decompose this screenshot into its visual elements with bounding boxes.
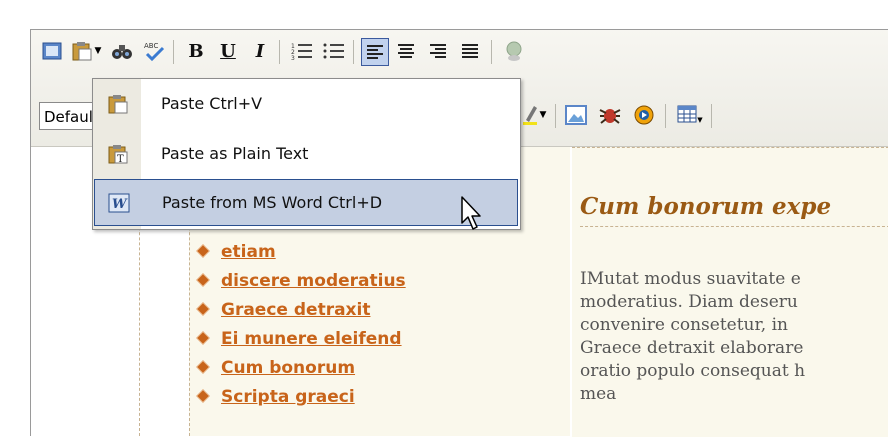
mouse-pointer-icon <box>461 196 481 230</box>
toolbar-separator <box>491 40 492 64</box>
italic-button[interactable]: I <box>247 38 273 64</box>
list-item[interactable]: etiam <box>195 241 406 270</box>
menu-item-paste-from-word[interactable]: W Paste from MS Word Ctrl+D <box>94 179 518 226</box>
menu-item-label: Paste from MS Word Ctrl+D <box>162 193 383 212</box>
menu-item-label: Paste as Plain Text <box>161 144 309 163</box>
clipboard-text-icon: T <box>108 144 127 165</box>
highlighter-icon <box>522 106 537 125</box>
source-view-button[interactable] <box>39 38 65 64</box>
insert-image-button[interactable] <box>563 102 589 128</box>
list-item[interactable]: Cum bonorum <box>195 357 406 386</box>
toolbar-row-1: ▼ ABC B U I 123 <box>31 32 888 72</box>
svg-text:ABC: ABC <box>144 42 158 50</box>
chevron-down-icon[interactable]: ▼ <box>95 46 102 56</box>
bold-button[interactable]: B <box>183 38 209 64</box>
bullet-list-button[interactable] <box>321 38 347 64</box>
content-paragraph: IMutat modus suavitate e moderatius. Dia… <box>580 268 888 406</box>
clipboard-icon <box>108 94 127 113</box>
insert-table-button[interactable]: ▼ <box>675 102 705 128</box>
chevron-down-icon[interactable]: ▼ <box>697 116 702 124</box>
word-icon: W <box>108 193 129 212</box>
insert-flash-button[interactable] <box>597 102 623 128</box>
toolbar-separator <box>665 104 666 128</box>
toolbar-separator <box>711 104 712 128</box>
list-item[interactable]: discere moderatius <box>195 270 406 299</box>
align-left-icon <box>367 45 383 59</box>
link-button[interactable] <box>501 38 527 64</box>
underline-button[interactable]: U <box>215 38 241 64</box>
numbered-list-icon: 123 <box>291 43 312 61</box>
bullet-list-icon <box>323 43 344 59</box>
toolbar-separator <box>279 40 280 64</box>
align-center-icon <box>398 44 414 58</box>
align-right-icon <box>430 44 446 58</box>
menu-item-paste[interactable]: Paste Ctrl+V <box>94 80 518 127</box>
chevron-down-icon[interactable]: ▼ <box>540 110 547 120</box>
globe-link-icon <box>506 41 522 61</box>
paragraph-line: moderatius. Diam deseru <box>580 292 798 312</box>
spellcheck-button[interactable]: ABC <box>141 38 167 64</box>
find-button[interactable] <box>109 38 135 64</box>
paste-dropdown-menu: Paste Ctrl+V T Paste as Plain Text W Pas… <box>92 78 521 230</box>
bullet-list: suavitate et his etiam discere moderatiu… <box>195 212 406 415</box>
image-icon <box>565 105 587 125</box>
paragraph-line: oratio populo consequat h <box>580 361 806 381</box>
justify-button[interactable] <box>457 38 483 64</box>
menu-item-label: Paste Ctrl+V <box>161 94 263 113</box>
menu-item-paste-plain-text[interactable]: T Paste as Plain Text <box>94 130 518 177</box>
table-icon <box>677 105 697 123</box>
justify-icon <box>462 44 478 58</box>
align-left-button[interactable] <box>361 38 389 66</box>
toolbar-separator <box>173 40 174 64</box>
spellcheck-icon: ABC <box>144 42 165 62</box>
list-item[interactable]: Ei munere eleifend <box>195 328 406 357</box>
paragraph-line: IMutat modus suavitate e <box>580 269 801 289</box>
align-right-button[interactable] <box>425 38 451 64</box>
align-center-button[interactable] <box>393 38 419 64</box>
svg-text:T: T <box>117 154 124 165</box>
toolbar-separator <box>555 104 556 128</box>
toolbar-separator <box>353 40 354 64</box>
svg-text:3: 3 <box>291 55 295 61</box>
paragraph-line: mea <box>580 384 617 404</box>
highlight-color-button[interactable]: ▼ <box>517 102 551 128</box>
content-heading: Cum bonorum expe <box>580 193 888 227</box>
paragraph-line: convenire consetetur, in <box>580 315 788 335</box>
numbered-list-button[interactable]: 123 <box>289 38 315 64</box>
bug-icon <box>599 109 621 124</box>
svg-text:W: W <box>112 197 128 212</box>
clipboard-icon <box>72 42 92 61</box>
insert-media-button[interactable] <box>631 102 657 128</box>
list-item[interactable]: Scripta graeci <box>195 386 406 415</box>
paragraph-line: Graece detraxit elaborare <box>580 338 804 358</box>
media-icon <box>634 105 654 125</box>
binoculars-icon <box>112 45 132 59</box>
document-view-icon <box>42 42 62 60</box>
paste-button[interactable]: ▼ <box>69 38 103 64</box>
list-item[interactable]: Graece detraxit <box>195 299 406 328</box>
